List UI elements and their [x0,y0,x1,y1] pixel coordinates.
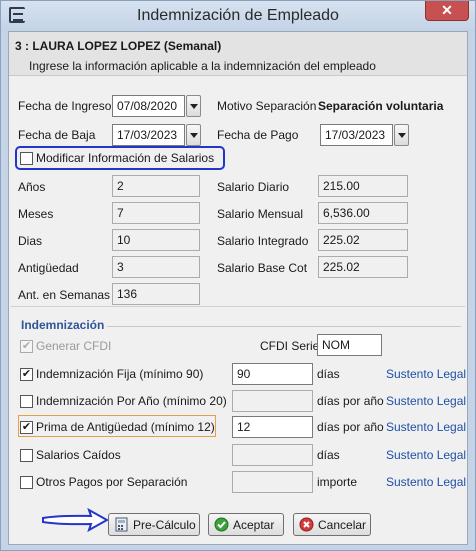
anios-field: 2 [112,175,200,197]
section-divider [11,306,465,307]
meses-label: Meses [18,207,54,221]
chevron-down-icon [190,104,198,109]
chevron-down-icon [190,133,198,138]
fecha-pago-dropdown-button[interactable] [394,124,409,146]
salarios-caidos-unit: días [317,448,340,462]
fecha-ingreso-label: Fecha de Ingreso [18,99,112,113]
prima-antiguedad-unit: días por año [317,420,384,434]
indemnizacion-fija-unit: días [317,367,340,381]
salario-base-cot-label: Salario Base Cot [217,261,308,275]
otros-pagos-unit: importe [317,475,358,489]
cancel-circle-icon [299,517,314,532]
motivo-separacion-value: Separación voluntaria [318,99,444,113]
indemnizacion-fija-input[interactable]: 90 [232,363,313,385]
generar-cfdi-label: Generar CFDI [36,339,112,353]
indemnizacion-por-anio-input[interactable] [232,390,313,412]
indemnizacion-por-anio-label[interactable]: Indemnización Por Año (mínimo 20) [36,394,227,408]
fecha-baja-input[interactable]: 17/03/2023 [112,124,185,146]
aceptar-label: Aceptar [233,518,275,532]
pre-calculo-button[interactable]: Pre-Cálculo [108,513,200,536]
prima-antiguedad-checkbox[interactable]: ✔ [20,421,33,434]
salarios-caidos-input[interactable] [232,444,313,466]
window-title: Indemnización de Empleado [137,7,339,24]
salario-integrado-field: 225.02 [318,229,408,251]
otros-pagos-checkbox[interactable] [20,476,33,489]
semanas-field: 136 [112,283,200,305]
indemnizacion-fija-sustento-link[interactable]: Sustento Legal [386,367,466,381]
indemnizacion-por-anio-unit: días por año [317,394,384,408]
dias-field: 10 [112,229,200,251]
indemnizacion-por-anio-sustento-link[interactable]: Sustento Legal [386,394,466,408]
indemnizacion-group-title: Indemnización [21,318,105,332]
prima-antiguedad-sustento-link[interactable]: Sustento Legal [386,420,466,434]
motivo-separacion-label: Motivo Separación [217,99,317,113]
salarios-caidos-checkbox[interactable] [20,449,33,462]
fecha-pago-label: Fecha de Pago [217,128,299,142]
salarios-caidos-label[interactable]: Salarios Caídos [36,448,121,462]
close-button[interactable]: ✕ [425,1,469,21]
modificar-salarios-label[interactable]: Modificar Información de Salarios [36,151,214,165]
cancelar-label: Cancelar [318,518,367,532]
indemnizacion-por-anio-checkbox[interactable] [20,395,33,408]
header-subtitle: Ingrese la información aplicable a la in… [29,59,376,73]
otros-pagos-label[interactable]: Otros Pagos por Separación [36,475,187,489]
pointer-arrow-icon [42,507,109,533]
fecha-ingreso-input[interactable]: 07/08/2020 [112,95,185,117]
salarios-caidos-sustento-link[interactable]: Sustento Legal [386,448,466,462]
pre-calculo-label: Pre-Cálculo [133,518,196,532]
otros-pagos-input[interactable] [232,471,313,493]
meses-field: 7 [112,202,200,224]
indemnizacion-window: Indemnización de Empleado ✕ 3 : LAURA LO… [0,0,476,551]
antiguedad-field: 3 [112,256,200,278]
salario-mensual-field: 6,536.00 [318,202,408,224]
prima-antiguedad-input[interactable]: 12 [232,416,313,438]
dias-label: Dias [18,234,43,248]
cfdi-serie-input[interactable]: NOM [317,334,382,356]
anios-label: Años [18,180,46,194]
semanas-label: Ant. en Semanas [18,288,111,302]
dialog-body: 3 : LAURA LOPEZ LOPEZ (Semanal) Ingrese … [8,31,468,545]
aceptar-button[interactable]: Aceptar [208,513,284,536]
check-circle-icon [214,517,229,532]
group-divider [107,326,461,327]
employee-name: 3 : LAURA LOPEZ LOPEZ (Semanal) [15,39,222,53]
indemnizacion-fija-label[interactable]: Indemnización Fija (mínimo 90) [36,367,203,381]
salario-mensual-label: Salario Mensual [217,207,304,221]
calculator-icon [115,517,128,532]
cfdi-serie-label: CFDI Serie [260,339,320,353]
indemnizacion-fija-checkbox[interactable]: ✔ [20,368,33,381]
salario-base-cot-field: 225.02 [318,256,408,278]
fecha-pago-input[interactable]: 17/03/2023 [320,124,393,146]
chevron-down-icon [398,133,406,138]
modificar-salarios-checkbox[interactable] [20,152,33,165]
header-panel: 3 : LAURA LOPEZ LOPEZ (Semanal) Ingrese … [9,32,467,76]
antiguedad-label: Antigüedad [18,261,79,275]
salario-diario-field: 215.00 [318,175,408,197]
prima-antiguedad-label[interactable]: Prima de Antigüedad (mínimo 12) [36,420,215,434]
salario-integrado-label: Salario Integrado [217,234,309,248]
otros-pagos-sustento-link[interactable]: Sustento Legal [386,475,466,489]
title-bar[interactable]: Indemnización de Empleado ✕ [1,1,475,31]
cancelar-button[interactable]: Cancelar [293,513,371,536]
salario-diario-label: Salario Diario [217,180,290,194]
fecha-baja-dropdown-button[interactable] [186,124,201,146]
generar-cfdi-checkbox[interactable]: ✔ [20,340,33,353]
fecha-ingreso-dropdown-button[interactable] [186,95,201,117]
fecha-baja-label: Fecha de Baja [18,128,96,142]
